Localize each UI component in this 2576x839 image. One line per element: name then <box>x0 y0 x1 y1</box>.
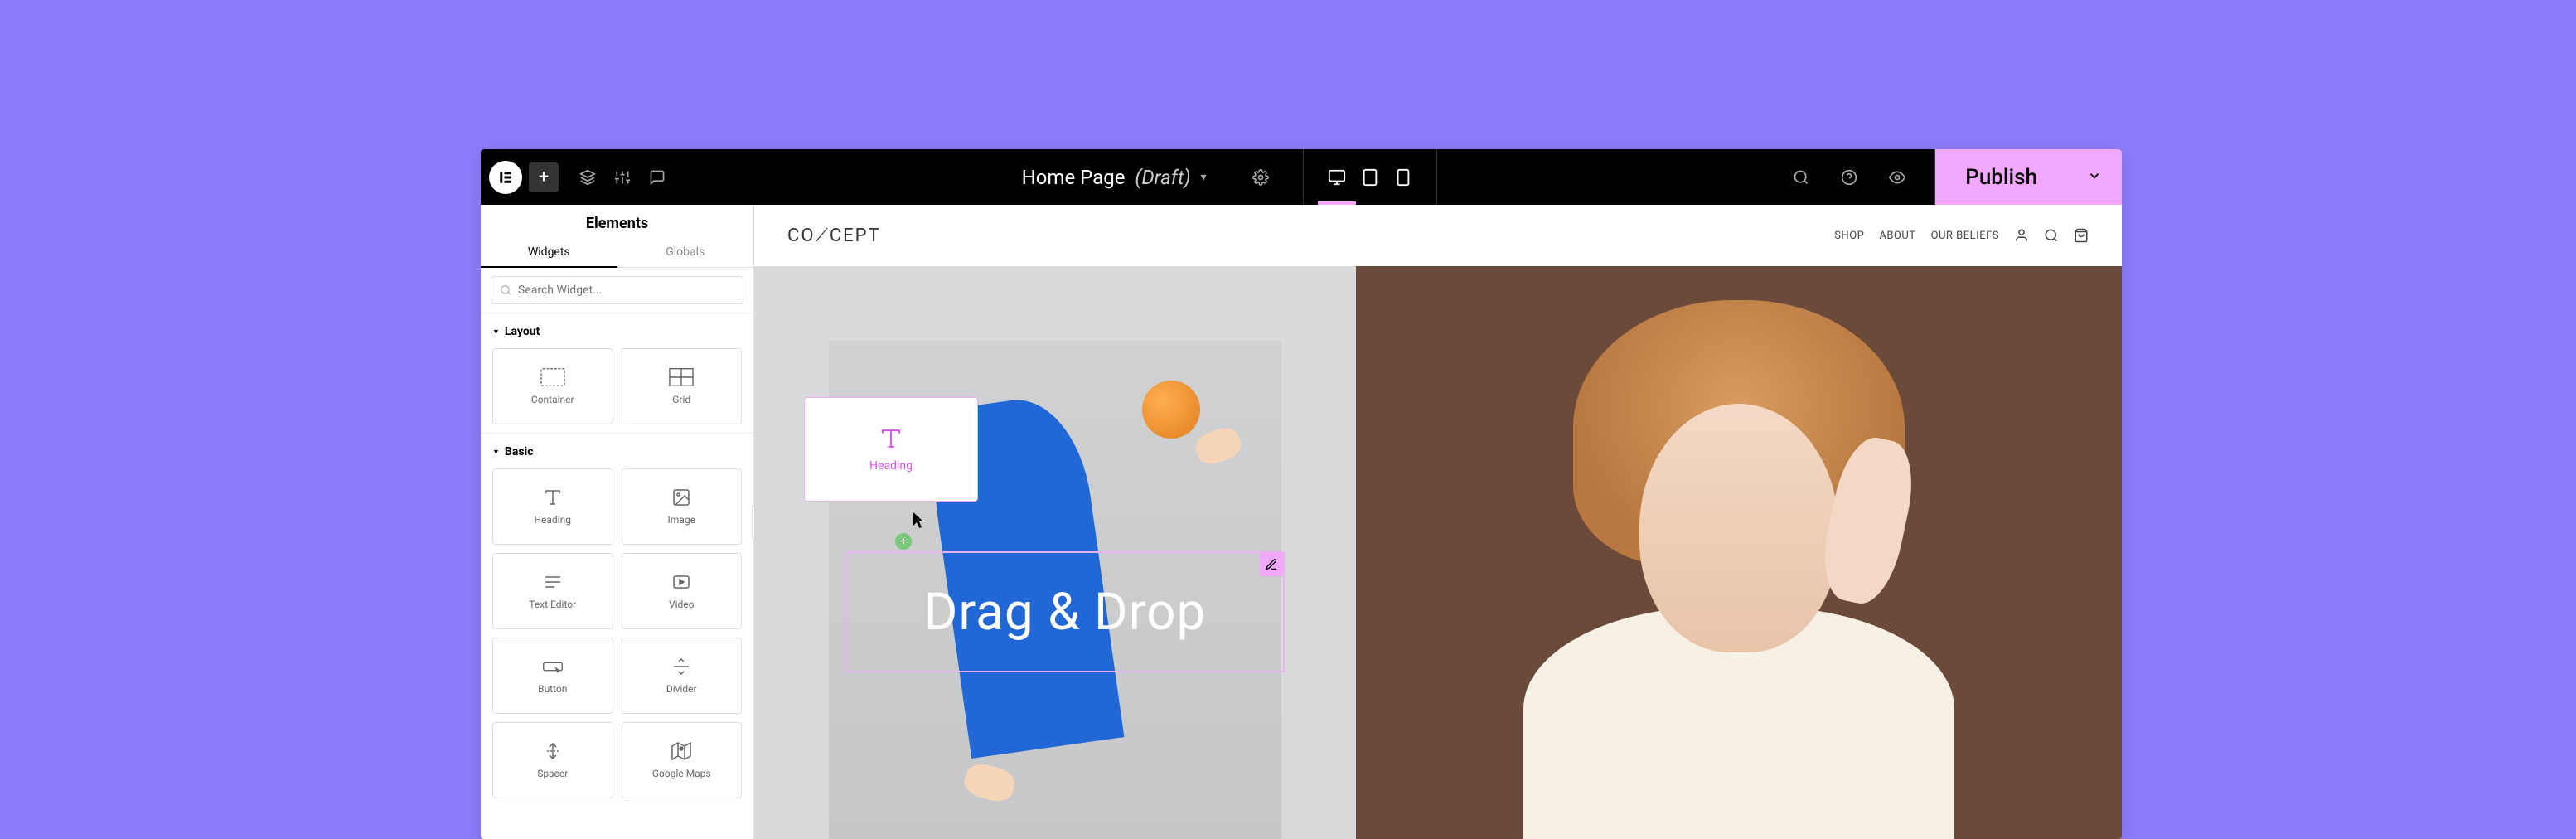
comment-icon[interactable] <box>640 160 675 195</box>
elementor-logo-icon[interactable] <box>489 161 522 194</box>
hero-left[interactable]: Heading + Drag & Drop <box>754 266 1356 839</box>
drop-text: Drag & Drop <box>924 582 1207 643</box>
widget-image[interactable]: Image <box>622 468 743 545</box>
hero-portrait <box>1356 266 2122 839</box>
hero-section: Heading + Drag & Drop <box>754 266 2122 839</box>
preview-icon[interactable] <box>1880 160 1915 195</box>
sliders-icon[interactable] <box>605 160 640 195</box>
heading-icon <box>879 426 903 451</box>
image-icon <box>669 487 694 507</box>
drop-zone[interactable]: Drag & Drop <box>845 551 1285 672</box>
widget-divider[interactable]: Divider <box>622 638 743 714</box>
page-title: Home Page <box>1022 166 1126 189</box>
map-icon <box>669 741 694 761</box>
widget-label: Spacer <box>537 768 568 779</box>
cursor-icon <box>913 512 927 529</box>
page-settings-icon[interactable] <box>1243 160 1278 195</box>
widget-spacer[interactable]: Spacer <box>492 722 613 798</box>
device-desktop-button[interactable] <box>1320 161 1353 194</box>
elements-sidebar: Elements Widgets Globals Layout Containe… <box>481 205 754 839</box>
button-icon <box>540 657 565 677</box>
drop-plus-icon: + <box>895 533 912 550</box>
page-title-group[interactable]: Home Page (Draft) ▾ <box>1002 166 1227 189</box>
widget-heading[interactable]: Heading <box>492 468 613 545</box>
dragging-heading-widget[interactable]: Heading <box>804 397 978 502</box>
device-tablet-button[interactable] <box>1353 161 1387 194</box>
page-status: (Draft) <box>1135 166 1190 189</box>
app-window: + Home Page (Draft) ▾ <box>481 149 2122 839</box>
grid-icon <box>669 367 694 387</box>
widget-text-editor[interactable]: Text Editor <box>492 553 613 629</box>
tab-globals[interactable]: Globals <box>617 237 754 267</box>
text-editor-icon <box>540 572 565 592</box>
device-switcher: + ⋮⋮⋮ ✕ <box>1303 149 1437 205</box>
widget-button[interactable]: Button <box>492 638 613 714</box>
category-basic[interactable]: Basic <box>492 439 742 465</box>
publish-button[interactable]: Publish <box>1935 165 2067 190</box>
spacer-icon <box>540 741 565 761</box>
help-icon[interactable] <box>1832 160 1867 195</box>
search-widget-input[interactable] <box>491 276 743 304</box>
widget-label: Google Maps <box>652 768 711 779</box>
video-icon <box>669 572 694 592</box>
device-mobile-button[interactable] <box>1387 161 1420 194</box>
user-icon[interactable] <box>2014 228 2029 243</box>
nav-beliefs[interactable]: OUR BELIEFS <box>1931 230 1999 242</box>
widget-label: Image <box>668 514 695 526</box>
widget-label: Button <box>538 683 567 695</box>
search-input[interactable] <box>518 284 734 297</box>
widget-container[interactable]: Container <box>492 348 613 424</box>
publish-dropdown-icon[interactable] <box>2067 168 2122 187</box>
nav-about[interactable]: ABOUT <box>1879 230 1915 242</box>
search-nav-icon[interactable] <box>2044 228 2059 243</box>
widget-label: Heading <box>534 514 571 526</box>
widget-label: Grid <box>672 394 690 405</box>
topbar: + Home Page (Draft) ▾ <box>481 149 2122 205</box>
add-element-button[interactable]: + <box>529 162 559 192</box>
widget-label: Container <box>531 394 574 405</box>
nav-shop[interactable]: SHOP <box>1834 230 1864 242</box>
search-icon <box>500 284 511 296</box>
hero-right[interactable] <box>1356 266 2122 839</box>
widget-label: Text Editor <box>529 599 576 610</box>
widget-label: Video <box>669 599 695 610</box>
edit-element-button[interactable] <box>1260 553 1283 576</box>
widget-grid[interactable]: Grid <box>622 348 743 424</box>
heading-icon <box>540 487 565 507</box>
finder-search-icon[interactable] <box>1784 160 1818 195</box>
canvas[interactable]: CO⟋CEPT SHOP ABOUT OUR BELIEFS <box>754 205 2122 839</box>
drag-widget-label: Heading <box>869 459 913 473</box>
layers-icon[interactable] <box>570 160 605 195</box>
widget-label: Divider <box>666 683 697 695</box>
chevron-down-icon: ▾ <box>1201 171 1207 184</box>
site-header: CO⟋CEPT SHOP ABOUT OUR BELIEFS <box>754 205 2122 266</box>
widget-google-maps[interactable]: Google Maps <box>622 722 743 798</box>
container-icon <box>540 367 565 387</box>
cart-icon[interactable] <box>2074 228 2089 243</box>
divider-icon <box>669 657 694 677</box>
site-brand[interactable]: CO⟋CEPT <box>787 226 881 246</box>
widget-video[interactable]: Video <box>622 553 743 629</box>
tab-widgets[interactable]: Widgets <box>481 237 617 267</box>
sidebar-title: Elements <box>481 205 753 237</box>
category-layout[interactable]: Layout <box>492 318 742 345</box>
